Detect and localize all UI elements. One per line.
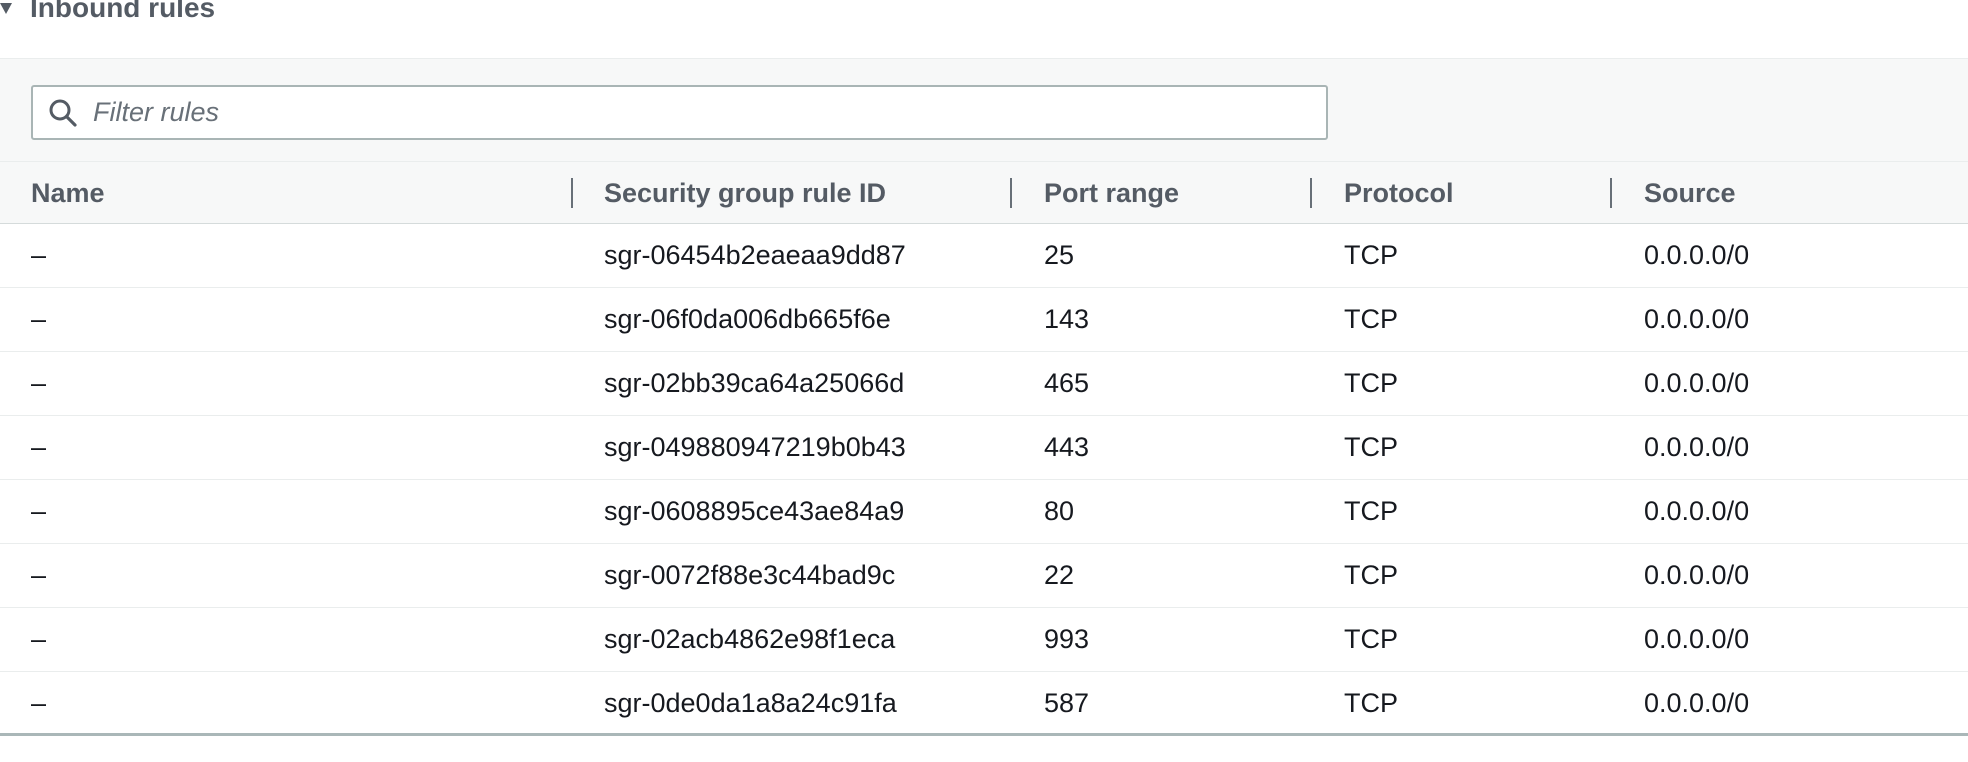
cell-rule-id: sgr-049880947219b0b43 <box>604 432 906 462</box>
table-row[interactable]: – sgr-0608895ce43ae84a9 80 TCP 0.0.0.0/0 <box>0 480 1968 544</box>
cell-source: 0.0.0.0/0 <box>1644 368 1750 398</box>
column-header-port-range[interactable]: Port range <box>1044 162 1179 224</box>
cell-name: – <box>31 240 47 270</box>
table-row[interactable]: – sgr-0de0da1a8a24c91fa 587 TCP 0.0.0.0/… <box>0 672 1968 736</box>
inbound-rules-table: Name Security group rule ID Port range P… <box>0 161 1968 736</box>
cell-protocol: TCP <box>1344 240 1398 270</box>
cell-protocol: TCP <box>1344 432 1398 462</box>
cell-source: 0.0.0.0/0 <box>1644 560 1750 590</box>
cell-name: – <box>31 560 47 590</box>
cell-rule-id: sgr-0072f88e3c44bad9c <box>604 560 896 590</box>
cell-protocol: TCP <box>1344 496 1398 526</box>
cell-protocol: TCP <box>1344 304 1398 334</box>
column-header-source[interactable]: Source <box>1644 162 1736 224</box>
section-title: Inbound rules <box>30 0 216 23</box>
table-row[interactable]: – sgr-02bb39ca64a25066d 465 TCP 0.0.0.0/… <box>0 352 1968 416</box>
cell-rule-id: sgr-0de0da1a8a24c91fa <box>604 688 897 718</box>
column-header-name[interactable]: Name <box>31 162 105 224</box>
table-row[interactable]: – sgr-0072f88e3c44bad9c 22 TCP 0.0.0.0/0 <box>0 544 1968 608</box>
table-row[interactable]: – sgr-02acb4862e98f1eca 993 TCP 0.0.0.0/… <box>0 608 1968 672</box>
cell-name: – <box>31 688 47 718</box>
cell-port-range: 993 <box>1044 624 1090 654</box>
inbound-rules-panel: Inbound rules Name Security group rule I… <box>0 0 1968 762</box>
column-resizer[interactable] <box>1010 178 1012 208</box>
cell-protocol: TCP <box>1344 688 1398 718</box>
cell-source: 0.0.0.0/0 <box>1644 496 1750 526</box>
table-row[interactable]: – sgr-06f0da006db665f6e 143 TCP 0.0.0.0/… <box>0 288 1968 352</box>
cell-name: – <box>31 624 47 654</box>
cell-rule-id: sgr-02bb39ca64a25066d <box>604 368 905 398</box>
cell-source: 0.0.0.0/0 <box>1644 432 1750 462</box>
cell-source: 0.0.0.0/0 <box>1644 240 1750 270</box>
cell-name: – <box>31 368 47 398</box>
cell-port-range: 80 <box>1044 496 1075 526</box>
table-header-row: Name Security group rule ID Port range P… <box>0 161 1968 224</box>
table-body: – sgr-06454b2eaeaa9dd87 25 TCP 0.0.0.0/0… <box>0 224 1968 736</box>
table-row[interactable]: – sgr-06454b2eaeaa9dd87 25 TCP 0.0.0.0/0 <box>0 224 1968 288</box>
cell-rule-id: sgr-0608895ce43ae84a9 <box>604 496 905 526</box>
cell-rule-id: sgr-06454b2eaeaa9dd87 <box>604 240 906 270</box>
cell-protocol: TCP <box>1344 560 1398 590</box>
column-resizer[interactable] <box>571 178 573 208</box>
filter-rules-search-box[interactable] <box>31 85 1328 140</box>
cell-port-range: 443 <box>1044 432 1090 462</box>
cell-rule-id: sgr-06f0da006db665f6e <box>604 304 891 334</box>
filter-rules-input[interactable] <box>93 92 1293 133</box>
filter-toolbar <box>0 58 1968 163</box>
cell-port-range: 22 <box>1044 560 1075 590</box>
table-row[interactable]: – sgr-049880947219b0b43 443 TCP 0.0.0.0/… <box>0 416 1968 480</box>
cell-name: – <box>31 304 47 334</box>
column-resizer[interactable] <box>1310 178 1312 208</box>
caret-down-icon[interactable] <box>0 2 12 14</box>
column-header-protocol[interactable]: Protocol <box>1344 162 1454 224</box>
cell-protocol: TCP <box>1344 368 1398 398</box>
column-resizer[interactable] <box>1610 178 1612 208</box>
inbound-rules-section-toggle[interactable]: Inbound rules <box>0 0 215 30</box>
cell-source: 0.0.0.0/0 <box>1644 624 1750 654</box>
cell-port-range: 25 <box>1044 240 1075 270</box>
cell-source: 0.0.0.0/0 <box>1644 688 1750 718</box>
cell-port-range: 143 <box>1044 304 1090 334</box>
column-header-rule-id[interactable]: Security group rule ID <box>604 162 886 224</box>
cell-protocol: TCP <box>1344 624 1398 654</box>
cell-rule-id: sgr-02acb4862e98f1eca <box>604 624 896 654</box>
cell-name: – <box>31 496 47 526</box>
cell-port-range: 587 <box>1044 688 1090 718</box>
cell-source: 0.0.0.0/0 <box>1644 304 1750 334</box>
search-icon <box>47 97 79 129</box>
cell-port-range: 465 <box>1044 368 1090 398</box>
cell-name: – <box>31 432 47 462</box>
